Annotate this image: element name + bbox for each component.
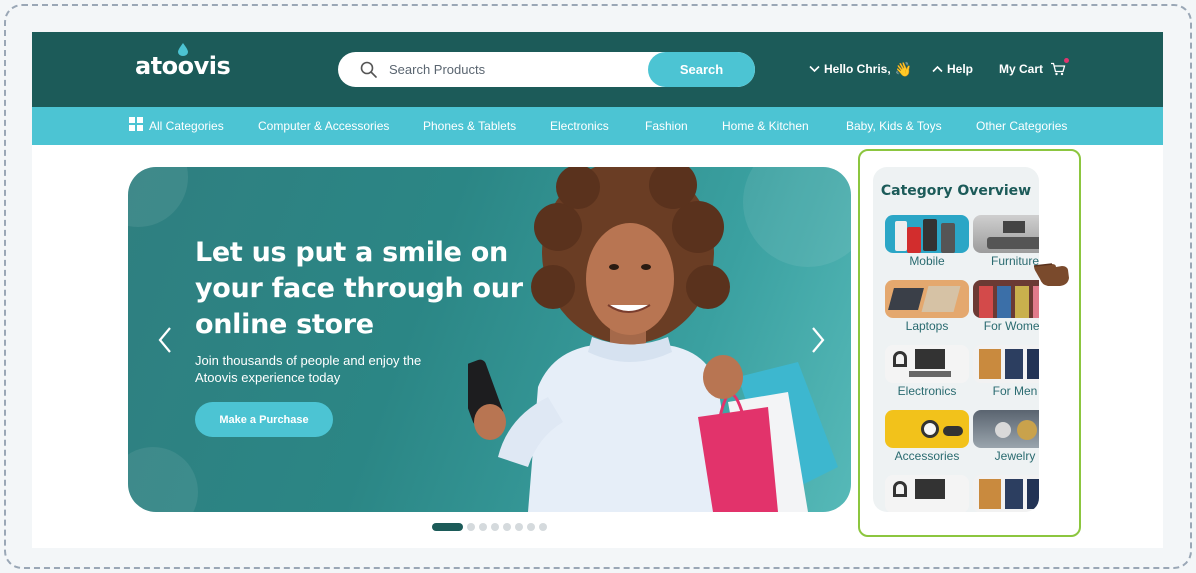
category-tile-partial[interactable] — [885, 475, 969, 512]
greeting-text: Hello Chris, — [824, 62, 891, 76]
carousel-dot[interactable] — [527, 523, 535, 531]
carousel-indicators — [432, 523, 547, 531]
hero-subtitle: Join thousands of people and enjoy the A… — [195, 353, 422, 385]
category-image-partial — [973, 475, 1039, 512]
search-icon — [360, 61, 377, 78]
category-label-for-women: For Women — [983, 319, 1039, 333]
decor-bubble — [128, 167, 188, 227]
category-tile-electronics[interactable]: Electronics — [885, 345, 969, 407]
category-label-mobile: Mobile — [909, 254, 945, 268]
category-tile-accessories[interactable]: Accessories — [885, 410, 969, 472]
category-tile-for-men[interactable]: For Men — [973, 345, 1039, 407]
cart-label: My Cart — [999, 62, 1044, 76]
category-tile-for-women[interactable]: For Women — [973, 280, 1039, 342]
hero-model-image — [468, 167, 838, 512]
cart-link[interactable]: My Cart — [999, 58, 1070, 76]
carousel-dot[interactable] — [515, 523, 523, 531]
help-menu[interactable]: Help — [932, 62, 973, 76]
nav-fashion[interactable]: Fashion — [645, 119, 688, 133]
carousel-next-icon[interactable] — [811, 327, 825, 353]
logo-drop-icon — [178, 43, 188, 56]
nav-baby-kids-toys[interactable]: Baby, Kids & Toys — [846, 119, 942, 133]
category-image-laptops — [885, 280, 969, 318]
decor-bubble — [128, 447, 198, 512]
logo-text: atoovis — [135, 52, 231, 80]
category-tile-laptops[interactable]: Laptops — [885, 280, 969, 342]
category-label-laptops: Laptops — [905, 319, 949, 333]
category-label-for-men: For Men — [992, 384, 1038, 398]
category-tile-jewelry[interactable]: Jewelry — [973, 410, 1039, 472]
carousel-prev-icon[interactable] — [158, 327, 172, 353]
carousel-dot[interactable] — [479, 523, 487, 531]
pointer-hand-icon — [1033, 263, 1069, 286]
category-tile-partial[interactable] — [973, 475, 1039, 512]
search-bar: Search — [338, 52, 755, 87]
search-input[interactable] — [389, 52, 649, 87]
category-label-jewelry: Jewelry — [994, 449, 1036, 463]
category-navbar: All Categories Computer & Accessories Ph… — [32, 107, 1163, 145]
carousel-dot[interactable] — [503, 523, 511, 531]
category-image-mobile — [885, 215, 969, 253]
account-menu[interactable]: Hello Chris, 👋 — [809, 62, 912, 76]
category-tile-mobile[interactable]: Mobile — [885, 215, 969, 277]
nav-home-kitchen[interactable]: Home & Kitchen — [722, 119, 809, 133]
hero-banner: Let us put a smile on your face through … — [128, 167, 851, 512]
category-overview-title: Category Overview — [880, 183, 1032, 199]
help-label: Help — [947, 62, 974, 76]
cart-icon-wrap — [1050, 58, 1070, 76]
carousel-dot[interactable] — [467, 523, 475, 531]
category-overview-panel: Category Overview Mobile Furniture Lapto… — [873, 167, 1039, 512]
logo[interactable]: atoovis — [135, 43, 231, 80]
chevron-down-icon — [809, 65, 820, 73]
category-tile-furniture[interactable]: Furniture — [973, 215, 1039, 277]
grid-icon — [129, 117, 143, 131]
category-image-furniture — [973, 215, 1039, 253]
category-label-furniture: Furniture — [990, 254, 1039, 268]
carousel-dot[interactable] — [491, 523, 499, 531]
carousel-dot-active[interactable] — [432, 523, 463, 531]
category-image-electronics — [885, 345, 969, 383]
top-header: atoovis Search Hello Chris, 👋 Help My Ca… — [32, 32, 1163, 107]
category-image-partial — [885, 475, 969, 512]
make-purchase-button[interactable]: Make a Purchase — [195, 402, 333, 437]
category-image-jewelry — [973, 410, 1039, 448]
search-button[interactable]: Search — [648, 52, 755, 87]
carousel-dot[interactable] — [539, 523, 547, 531]
cart-icon — [1051, 62, 1066, 76]
category-label-electronics: Electronics — [897, 384, 957, 398]
category-label-accessories: Accessories — [894, 449, 960, 463]
category-image-accessories — [885, 410, 969, 448]
nav-computer-accessories[interactable]: Computer & Accessories — [258, 119, 389, 133]
nav-phones-tablets[interactable]: Phones & Tablets — [423, 119, 516, 133]
category-image-for-men — [973, 345, 1039, 383]
website: atoovis Search Hello Chris, 👋 Help My Ca… — [32, 32, 1163, 548]
nav-electronics[interactable]: Electronics — [550, 119, 609, 133]
nav-other-categories[interactable]: Other Categories — [976, 119, 1067, 133]
waving-hand-icon: 👋 — [894, 61, 913, 77]
nav-all-categories[interactable]: All Categories — [149, 119, 224, 133]
category-image-for-women — [973, 280, 1039, 318]
cart-notification-dot — [1064, 58, 1070, 63]
chevron-up-icon — [932, 65, 943, 73]
